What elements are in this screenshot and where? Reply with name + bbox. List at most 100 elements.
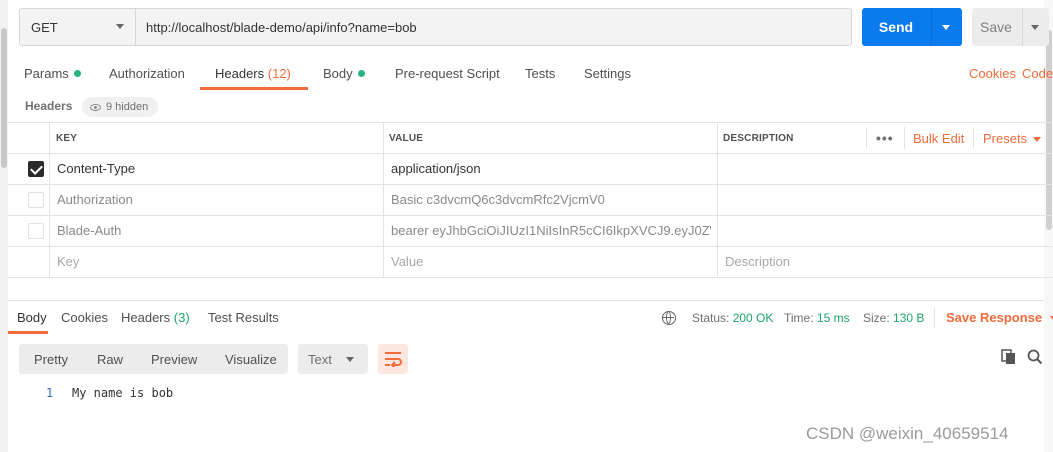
active-tab-indicator	[200, 87, 308, 90]
divider	[866, 127, 867, 149]
divider	[8, 277, 1053, 278]
status-dot-icon	[357, 70, 365, 78]
divider	[8, 153, 1053, 154]
divider	[934, 308, 935, 328]
tab-authorization[interactable]: Authorization	[109, 66, 185, 81]
save-button[interactable]: Save	[972, 8, 1049, 46]
header-value[interactable]: Basic c3dvcmQ6c3dvcmRfc2VjcmV0	[391, 192, 605, 207]
url-input[interactable]: http://localhost/blade-demo/api/info?nam…	[146, 20, 417, 35]
scrollbar-thumb[interactable]	[1046, 30, 1052, 230]
divider	[383, 122, 384, 277]
time-value: 15 ms	[816, 311, 850, 325]
tab-settings[interactable]: Settings	[584, 66, 631, 81]
save-label: Save	[980, 19, 1012, 35]
save-response-label: Save Response	[946, 310, 1043, 325]
header-value[interactable]: bearer eyJhbGciOiJIUzI1NiIsInR5cCI6IkpXV…	[391, 223, 711, 238]
left-scrollbar[interactable]	[0, 0, 8, 452]
new-key-input[interactable]: Key	[57, 254, 79, 269]
time-text: Time: 15 ms	[784, 311, 850, 325]
status-label: Status:	[692, 311, 730, 325]
hidden-count: 9 hidden	[106, 101, 149, 113]
divider	[8, 122, 1053, 123]
header-key[interactable]: Blade-Auth	[57, 223, 121, 238]
chevron-down-icon	[346, 357, 354, 362]
code-link[interactable]: Code	[1022, 66, 1053, 81]
hidden-headers-toggle[interactable]: 9 hidden	[82, 97, 159, 117]
response-tab-body[interactable]: Body	[17, 310, 47, 325]
tab-label: Params	[24, 66, 69, 81]
chevron-down-icon[interactable]	[1031, 25, 1039, 30]
line-number: 1	[46, 386, 54, 400]
time-label: Time:	[784, 311, 814, 325]
tab-prerequest-script[interactable]: Pre-request Script	[395, 66, 500, 81]
divider	[8, 246, 1053, 247]
header-value[interactable]: application/json	[391, 161, 481, 176]
tab-count: (3)	[173, 310, 190, 325]
save-response-button[interactable]: Save Response	[946, 310, 1053, 325]
status-text: Status: 200 OK	[692, 311, 773, 325]
send-button[interactable]: Send	[862, 8, 962, 46]
size-text: Size: 130 B	[863, 311, 924, 325]
tab-label: Headers	[215, 66, 265, 81]
response-tab-test-results[interactable]: Test Results	[208, 310, 279, 325]
format-raw[interactable]: Raw	[97, 352, 123, 367]
send-label: Send	[878, 19, 914, 35]
tab-body[interactable]: Body	[323, 66, 365, 81]
presets-label: Presets	[983, 131, 1028, 146]
bulk-edit-button[interactable]: Bulk Edit	[913, 131, 964, 146]
format-pretty[interactable]: Pretty	[34, 352, 68, 367]
size-value: 130 B	[893, 311, 925, 325]
headers-section-label: Headers	[25, 99, 73, 113]
copy-icon[interactable]	[1001, 349, 1017, 365]
chevron-down-icon[interactable]	[942, 25, 950, 30]
chevron-down-icon	[116, 24, 124, 29]
tab-label: Headers	[121, 310, 171, 325]
column-header-key: KEY	[56, 133, 78, 144]
method-select[interactable]: GET	[20, 9, 136, 45]
divider	[904, 127, 905, 149]
response-tab-headers[interactable]: Headers (3)	[121, 310, 190, 325]
tab-tests[interactable]: Tests	[525, 66, 555, 81]
wrap-lines-button[interactable]	[378, 344, 408, 374]
text-mode-value: Text	[308, 352, 332, 367]
search-icon[interactable]	[1027, 349, 1043, 365]
presets-dropdown[interactable]: Presets	[983, 131, 1042, 146]
active-tab-indicator	[8, 331, 48, 334]
new-value-input[interactable]: Value	[391, 254, 423, 269]
globe-icon[interactable]	[662, 311, 676, 325]
more-options-icon[interactable]: •••	[876, 130, 894, 146]
divider	[8, 300, 1044, 301]
tab-headers[interactable]: Headers (12)	[215, 66, 291, 81]
divider	[717, 122, 718, 277]
tab-label: Body	[323, 66, 353, 81]
watermark: CSDN @weixin_40659514	[806, 424, 1009, 443]
response-body-line: My name is bob	[72, 386, 174, 400]
divider	[931, 8, 932, 46]
format-preview[interactable]: Preview	[151, 352, 197, 367]
divider	[8, 184, 1053, 185]
tab-params[interactable]: Params	[24, 66, 81, 81]
text-mode-select[interactable]: Text	[298, 344, 368, 374]
chevron-down-icon	[1033, 137, 1042, 143]
status-value: 200 OK	[732, 311, 774, 325]
request-url-bar: GET http://localhost/blade-demo/api/info…	[19, 8, 852, 46]
header-enabled-checkbox[interactable]	[28, 223, 44, 239]
response-tab-cookies[interactable]: Cookies	[61, 310, 108, 325]
scrollbar-thumb[interactable]	[1, 28, 7, 168]
header-key[interactable]: Authorization	[57, 192, 133, 207]
size-label: Size:	[863, 311, 890, 325]
column-header-value: VALUE	[389, 133, 424, 144]
header-enabled-checkbox[interactable]	[28, 192, 44, 208]
eye-icon	[90, 104, 101, 111]
format-toggle-group: Pretty Raw Preview Visualize	[19, 344, 288, 374]
cookies-link[interactable]: Cookies	[969, 66, 1016, 81]
column-header-description: DESCRIPTION	[723, 133, 794, 144]
header-key[interactable]: Content-Type	[57, 161, 135, 176]
status-dot-icon	[73, 70, 81, 78]
header-enabled-checkbox[interactable]	[28, 161, 44, 177]
divider	[49, 122, 50, 277]
wrap-lines-icon	[385, 352, 402, 367]
new-description-input[interactable]: Description	[725, 254, 790, 269]
method-value: GET	[31, 20, 58, 35]
format-visualize[interactable]: Visualize	[225, 352, 277, 367]
